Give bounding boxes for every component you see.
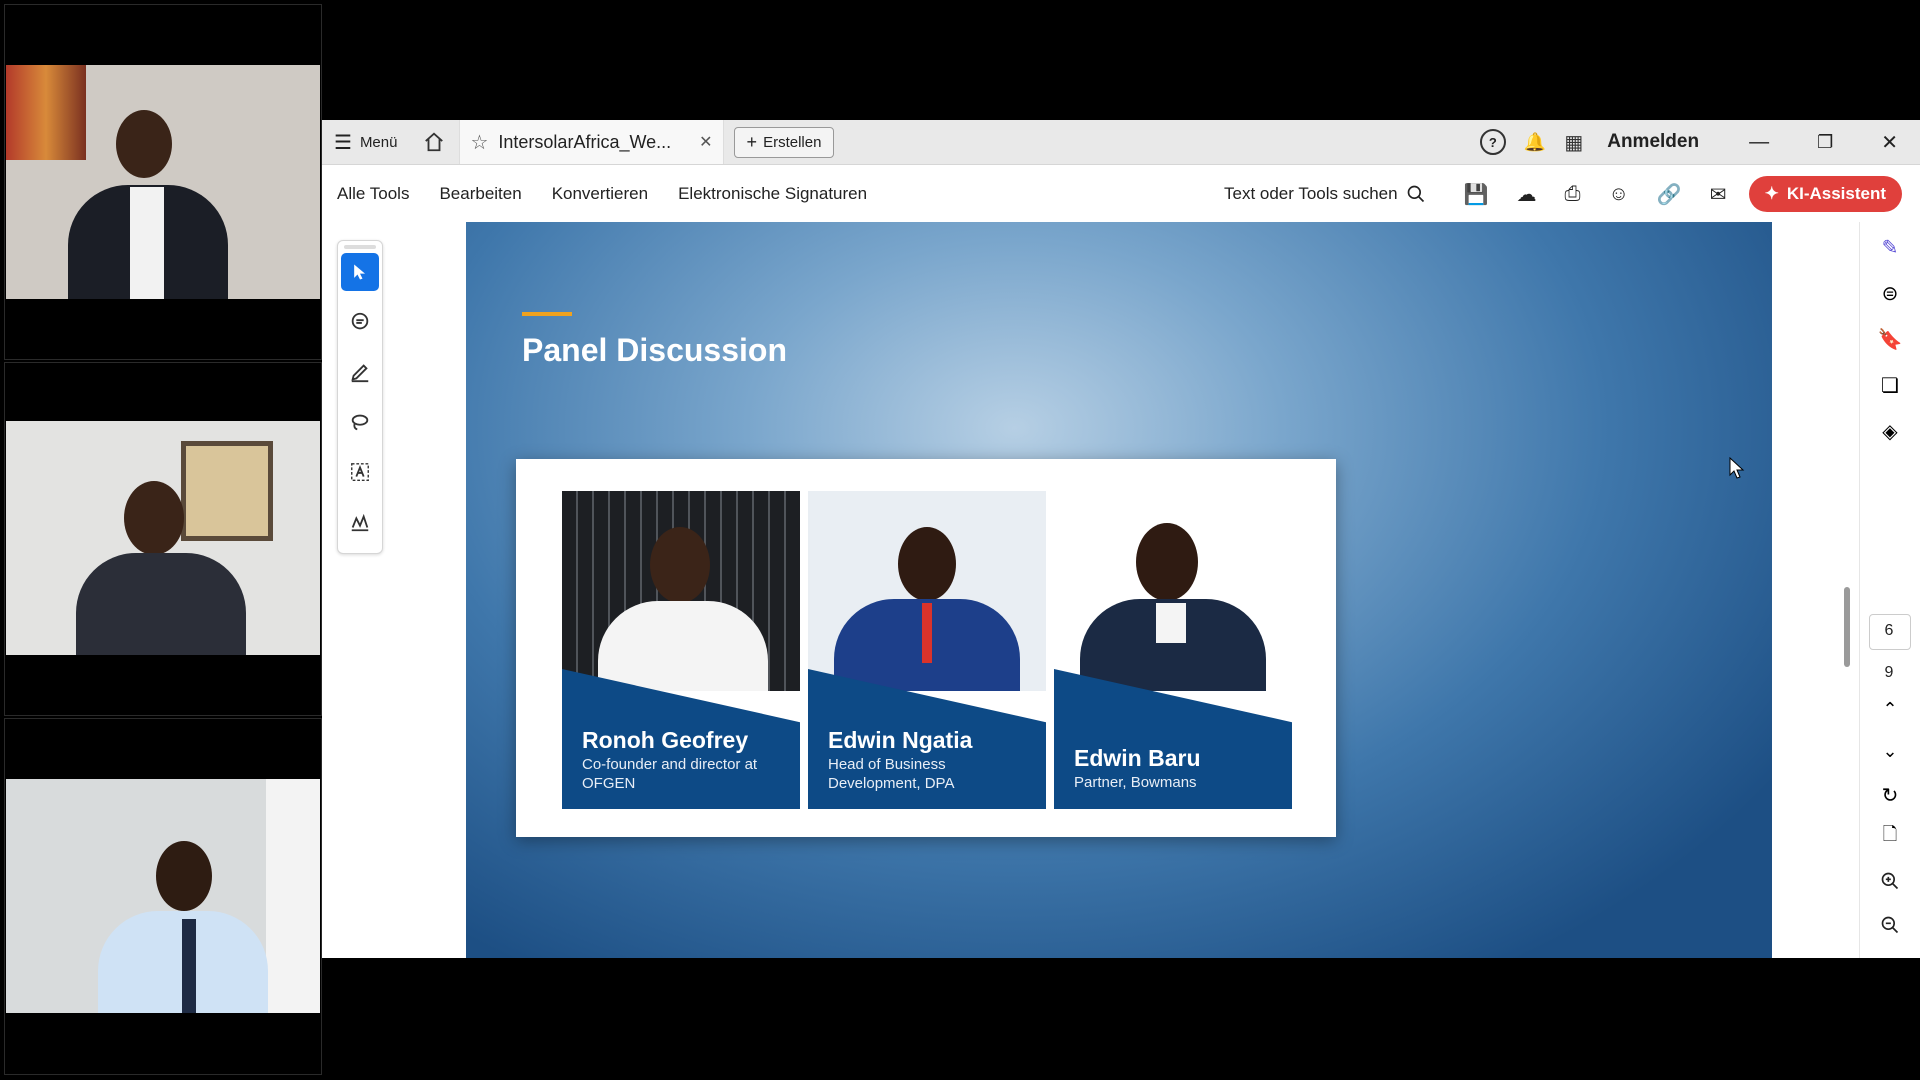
- ai-assistant-icon: ✦: [1764, 184, 1779, 203]
- ai-assistant-label: KI-Assistent: [1786, 184, 1886, 203]
- current-page-number: 6: [1884, 622, 1894, 639]
- comments-icon[interactable]: ⊜: [1860, 270, 1920, 316]
- speaker-role: Head of Business Development, DPA: [828, 756, 955, 792]
- rotate-icon[interactable]: ↻: [1860, 772, 1920, 818]
- help-icon[interactable]: ?: [1479, 129, 1506, 155]
- video-tile-1: [4, 4, 322, 360]
- speaker-name: Ronoh Geofrey: [582, 727, 749, 753]
- video-tile-2: [4, 362, 322, 716]
- highlight-tool-icon[interactable]: [341, 353, 379, 391]
- text-box-tool-icon[interactable]: [341, 453, 379, 491]
- mail-icon[interactable]: ✉: [1710, 182, 1727, 207]
- search-icon: [1407, 185, 1424, 203]
- comment-tool-icon[interactable]: [341, 303, 379, 341]
- quick-tools-panel: [337, 240, 383, 554]
- select-tool-icon[interactable]: [341, 253, 379, 291]
- video-feed: [6, 65, 320, 299]
- ai-summary-icon[interactable]: ✎: [1860, 224, 1920, 270]
- document-area: Panel Discussion Ronoh Geofrey Co-founde…: [322, 222, 1920, 958]
- apps-grid-icon[interactable]: ▦: [1564, 130, 1583, 155]
- menu-e-signatures[interactable]: Elektronische Signaturen: [663, 184, 882, 204]
- print-icon[interactable]: ⎙: [1564, 183, 1580, 206]
- speaker-name: Edwin Ngatia: [828, 727, 973, 753]
- video-feed: [6, 421, 320, 655]
- tool-search[interactable]: Text oder Tools suchen: [1224, 184, 1426, 204]
- title-bar: ☰ Menü ☆ IntersolarAfrica_We... ✕ + Erst…: [322, 120, 1920, 165]
- zoom-out-icon[interactable]: [1860, 902, 1920, 948]
- speaker-photo: [1054, 491, 1292, 691]
- ai-assistant-button[interactable]: ✦ KI-Assistent: [1748, 176, 1902, 212]
- menu-edit[interactable]: Bearbeiten: [424, 184, 536, 204]
- pdf-viewer-window: ☰ Menü ☆ IntersolarAfrica_We... ✕ + Erst…: [322, 120, 1920, 958]
- speaker-card: Edwin Ngatia Head of Business Developmen…: [808, 491, 1046, 809]
- menu-all-tools[interactable]: Alle Tools: [322, 184, 424, 204]
- right-tool-rail: ✎ ⊜ 🔖 ❏ ◈ 6 9 ⌃ ⌄ ↻ 🗋: [1859, 222, 1920, 958]
- layers-icon[interactable]: ◈: [1860, 408, 1920, 454]
- speaker-role: Partner, Bowmans: [1074, 774, 1197, 791]
- sign-in-button[interactable]: Anmelden: [1607, 131, 1699, 153]
- speaker-name: Edwin Baru: [1074, 745, 1201, 771]
- lasso-tool-icon[interactable]: [341, 403, 379, 441]
- document-tab[interactable]: ☆ IntersolarAfrica_We... ✕: [459, 120, 724, 164]
- menu-bar: Alle Tools Bearbeiten Konvertieren Elekt…: [322, 165, 1920, 224]
- home-icon: [425, 132, 444, 152]
- total-pages: 9: [1884, 664, 1894, 681]
- title-accent-rule: [522, 312, 572, 316]
- minimize-icon[interactable]: —: [1749, 131, 1769, 154]
- speaker-card: Ronoh Geofrey Co-founder and director at…: [562, 491, 800, 809]
- restore-icon[interactable]: ❐: [1817, 132, 1833, 153]
- speaker-photo: [808, 491, 1046, 691]
- sign-tool-icon[interactable]: [341, 503, 379, 541]
- pdf-page: Panel Discussion Ronoh Geofrey Co-founde…: [466, 222, 1772, 958]
- upload-cloud-icon[interactable]: ☁: [1516, 182, 1536, 207]
- zoom-in-icon[interactable]: [1860, 858, 1920, 904]
- share-user-icon[interactable]: ☺: [1608, 183, 1628, 206]
- speakers-card: Ronoh Geofrey Co-founder and director at…: [516, 459, 1336, 837]
- close-tab-icon[interactable]: ✕: [699, 132, 712, 152]
- search-label: Text oder Tools suchen: [1223, 184, 1398, 203]
- next-page-icon[interactable]: ⌄: [1860, 728, 1920, 774]
- create-button[interactable]: + Erstellen: [733, 126, 835, 158]
- menu-label: Menü: [359, 133, 398, 151]
- speaker-role: Co-founder and director at OFGEN: [582, 756, 758, 792]
- star-icon[interactable]: ☆: [470, 130, 488, 155]
- save-icon[interactable]: 💾: [1464, 182, 1489, 207]
- bookmark-icon[interactable]: 🔖: [1860, 316, 1920, 362]
- video-tile-3: [4, 718, 322, 1075]
- hamburger-icon: ☰: [334, 131, 352, 154]
- video-feed: [6, 779, 320, 1013]
- page-tools-icon[interactable]: 🗋: [1860, 814, 1920, 860]
- tab-title: IntersolarAfrica_We...: [498, 131, 672, 152]
- home-button[interactable]: [409, 120, 459, 164]
- pages-icon[interactable]: ❏: [1860, 362, 1920, 408]
- create-label: Erstellen: [763, 133, 822, 151]
- menu-convert[interactable]: Konvertieren: [537, 184, 663, 204]
- vertical-scrollbar[interactable]: [1844, 587, 1850, 667]
- plus-icon: +: [746, 131, 758, 152]
- speaker-card: Edwin Baru Partner, Bowmans: [1054, 491, 1292, 809]
- speaker-photo: [562, 491, 800, 691]
- previous-page-icon[interactable]: ⌃: [1860, 686, 1920, 732]
- slide-title: Panel Discussion: [522, 332, 787, 368]
- menu-button[interactable]: ☰ Menü: [322, 120, 409, 164]
- mouse-cursor-icon: [1729, 457, 1745, 479]
- close-window-icon[interactable]: ✕: [1881, 130, 1898, 155]
- link-icon[interactable]: 🔗: [1657, 182, 1682, 207]
- bell-icon[interactable]: 🔔: [1524, 132, 1546, 153]
